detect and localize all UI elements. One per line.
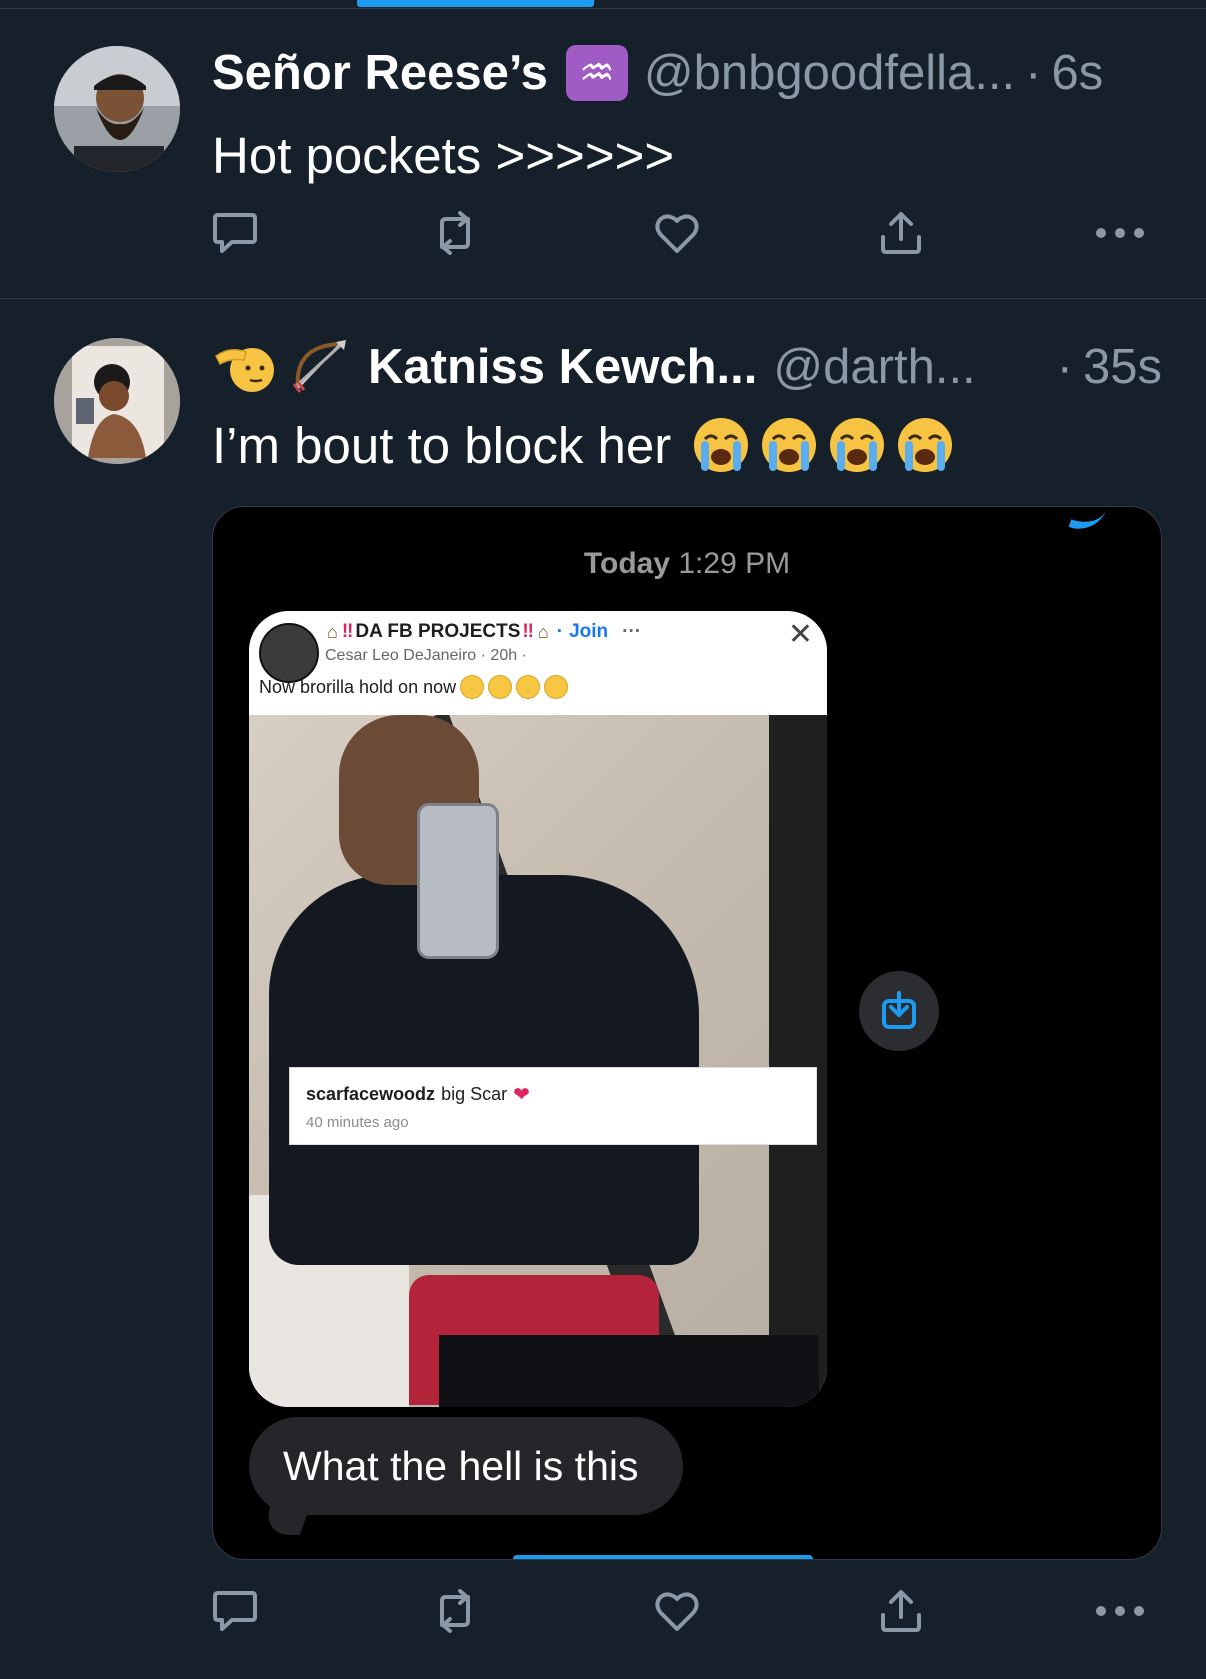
tweet[interactable]: Señor Reese’s ♒ @bnbgoodfella... · 6s Ho… (0, 8, 1206, 299)
retweet-icon (440, 211, 470, 255)
user-handle[interactable]: @bnbgoodfella... (644, 45, 1015, 101)
comment-text: big Scar (441, 1084, 508, 1104)
tweet-text-content: Hot pockets >>>>>> (212, 126, 675, 184)
share-icon (881, 1590, 921, 1632)
mirror-frame (769, 715, 827, 1407)
tweet[interactable]: Katniss Kewch... @darth... · 35s I’m bou… (0, 300, 1206, 1679)
timestamp[interactable]: 35s (1083, 339, 1162, 395)
download-icon (882, 991, 916, 1029)
group-name-row: ⌂ ‼ DA FB PROJECTS ‼ ⌂ · Join ··· (325, 621, 641, 643)
comment-time: 40 minutes ago (306, 1114, 409, 1131)
more-icon (1096, 1606, 1144, 1616)
tweet-text-content: I’m bout to block her (212, 416, 672, 474)
red-heart-icon: ❤ (513, 1084, 530, 1106)
tweet-text: Hot pockets >>>>>> (212, 120, 674, 190)
comment-line: scarfacewoodz big Scar ❤ (306, 1082, 530, 1107)
bow-and-arrow-emoji-icon (288, 336, 350, 398)
smiling-face-emoji-icon (488, 675, 513, 699)
aquarius-emoji-icon: ♒ (565, 45, 628, 101)
tweet-actions (210, 1586, 1150, 1636)
smiling-face-emoji-icon (516, 675, 541, 699)
share-icon (881, 212, 921, 254)
save-image-button[interactable] (859, 971, 939, 1051)
group-avatar (259, 623, 319, 683)
loudly-crying-face-emoji-icon (762, 418, 817, 472)
more-icon (1096, 228, 1144, 238)
reply-button[interactable] (210, 1586, 260, 1636)
message-timestamp: Today 1:29 PM (213, 547, 1161, 581)
join-sep: · (556, 621, 564, 642)
shared-post-header: ⌂ ‼ DA FB PROJECTS ‼ ⌂ · Join ··· ✕ Cesa… (249, 611, 827, 715)
retweet-icon (440, 1589, 470, 1633)
like-button[interactable] (652, 1586, 702, 1636)
message-bubble: What the hell is this (249, 1417, 683, 1515)
house-emoji-icon: ⌂ (537, 621, 549, 642)
loudly-crying-face-emoji-icon (830, 418, 885, 472)
loudly-crying-face-emoji-icon (694, 418, 749, 472)
tweet-actions (210, 208, 1150, 258)
post-caption: Now brorilla hold on now (259, 675, 569, 699)
more-options-button[interactable] (1090, 1586, 1150, 1636)
avatar-image (54, 338, 180, 464)
post-more-icon: ··· (622, 621, 642, 642)
tweet-media-image[interactable]: Today 1:29 PM ⌂ ‼ DA FB PROJECTS ‼ ⌂ · J… (212, 506, 1162, 1560)
message-timestamp-day: Today (583, 547, 671, 580)
display-name[interactable]: Katniss Kewch... (368, 339, 757, 395)
smiling-face-emoji-icon (460, 675, 485, 699)
blue-accent-underline (513, 1555, 813, 1559)
share-button[interactable] (876, 1586, 926, 1636)
blue-accent-flick (1068, 507, 1108, 538)
message-text: What the hell is this (283, 1442, 639, 1489)
saluting-face-emoji-icon (212, 336, 274, 398)
active-tab-indicator (357, 0, 594, 7)
reply-icon (213, 1591, 257, 1631)
reply-icon (213, 213, 257, 253)
reply-button[interactable] (210, 208, 260, 258)
post-author-name: Cesar Leo DeJaneiro (325, 647, 477, 664)
timeline: Señor Reese’s ♒ @bnbgoodfella... · 6s Ho… (0, 0, 1206, 1679)
phone-in-hand (417, 803, 499, 959)
post-author: Cesar Leo DeJaneiro · 20h · (325, 647, 527, 665)
post-author-meta: · 20h · (480, 647, 527, 664)
comment-overlay: scarfacewoodz big Scar ❤ 40 minutes ago (289, 1067, 817, 1145)
double-exclamation-icon: ‼ (341, 621, 354, 642)
like-button[interactable] (652, 208, 702, 258)
tweet-header: Katniss Kewch... @darth... · 35s (212, 336, 1162, 398)
close-icon: ✕ (787, 618, 813, 651)
mirror-selfie-photo: scarfacewoodz big Scar ❤ 40 minutes ago (249, 715, 827, 1407)
tweet-header: Señor Reese’s ♒ @bnbgoodfella... · 6s (212, 42, 1162, 104)
heart-icon (655, 1592, 699, 1631)
comment-user: scarfacewoodz (306, 1084, 436, 1104)
heart-icon (655, 214, 699, 253)
more-options-button[interactable] (1090, 208, 1150, 258)
display-name[interactable]: Señor Reese’s (212, 45, 548, 101)
share-button[interactable] (876, 208, 926, 258)
double-exclamation-icon: ‼ (522, 621, 534, 642)
avatar[interactable] (54, 46, 180, 172)
house-emoji-icon: ⌂ (327, 621, 338, 642)
group-name: DA FB PROJECTS (355, 621, 521, 642)
join-link: Join (569, 621, 609, 642)
black-pants (439, 1335, 819, 1407)
loudly-crying-face-emoji-icon (898, 418, 953, 472)
shared-post-screenshot[interactable]: ⌂ ‼ DA FB PROJECTS ‼ ⌂ · Join ··· ✕ Cesa… (249, 611, 827, 1407)
avatar[interactable] (54, 338, 180, 464)
smiling-face-emoji-icon (544, 675, 569, 699)
retweet-button[interactable] (430, 208, 480, 258)
separator-dot: · (1025, 46, 1042, 100)
post-caption-text: Now brorilla hold on now (259, 676, 457, 697)
retweet-button[interactable] (430, 1586, 480, 1636)
tweet-text: I’m bout to block her (212, 410, 955, 480)
message-timestamp-time: 1:29 PM (678, 547, 791, 580)
separator-dot: · (1056, 340, 1073, 394)
timestamp[interactable]: 6s (1051, 45, 1103, 101)
avatar-image (54, 46, 180, 172)
user-handle[interactable]: @darth... (773, 339, 975, 395)
